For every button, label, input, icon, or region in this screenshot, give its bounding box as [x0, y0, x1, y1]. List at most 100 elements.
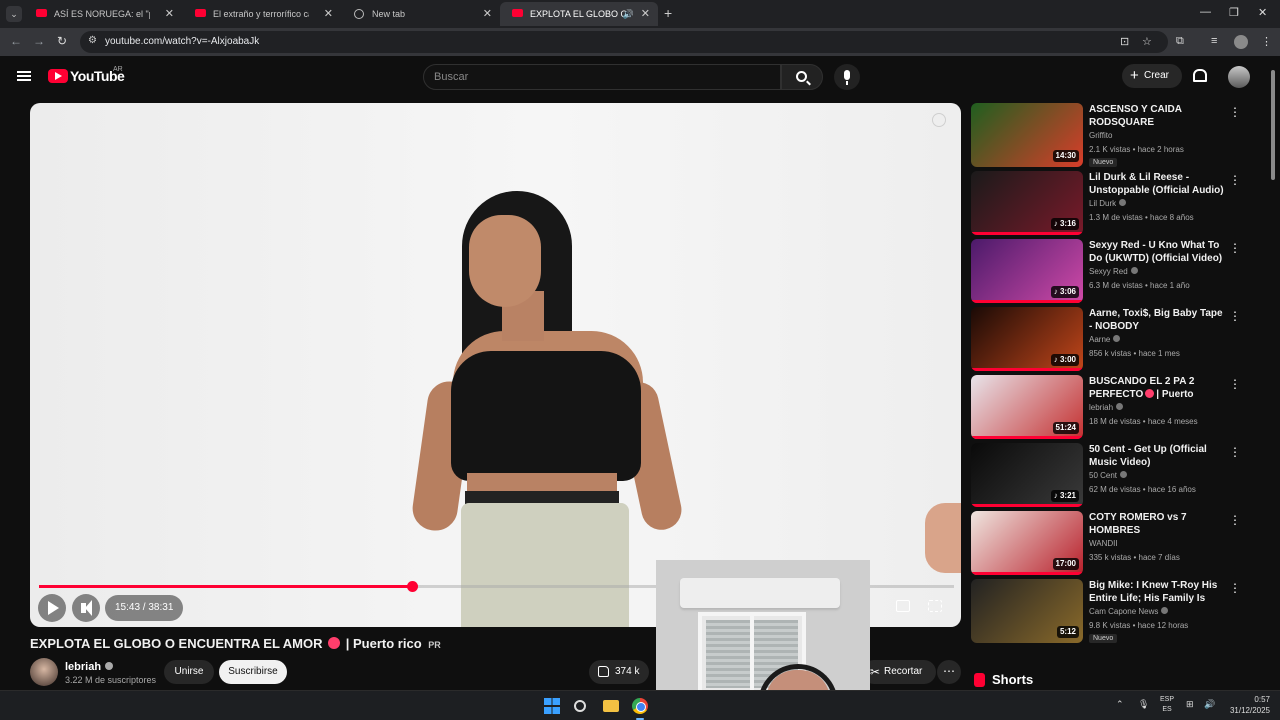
search-button[interactable] [781, 64, 823, 90]
recommendation-item[interactable]: 5:12 Big Mike: I Knew T-Roy His Entire Li… [971, 579, 1261, 643]
recommendation-channel[interactable]: Sexyy Red [1089, 267, 1138, 276]
recommendation-title[interactable]: BUSCANDO EL 2 PA 2 PERFECTO| Puerto rico… [1089, 375, 1225, 401]
voice-search-icon[interactable] [834, 64, 860, 90]
browser-tab[interactable]: ASÍ ES NORUEGA: el "país perfe ✕ [24, 2, 182, 26]
subscribe-button[interactable]: Suscribirse [219, 660, 287, 684]
clock[interactable]: 0:57 31/12/2025 [1224, 694, 1270, 716]
profile-avatar-icon[interactable] [1234, 35, 1248, 49]
browser-tab[interactable]: El extraño y terrorífico caso de ✕ [183, 2, 341, 26]
progress-scrubber-handle[interactable] [407, 581, 419, 592]
reload-icon[interactable]: ↻ [57, 34, 67, 48]
page-scrollbar[interactable] [1270, 62, 1276, 684]
channel-name[interactable]: lebriah [65, 661, 114, 673]
play-button[interactable] [38, 594, 66, 622]
recommendation-channel[interactable]: Aarne [1089, 335, 1121, 344]
search-input[interactable] [434, 69, 764, 85]
close-tab-icon[interactable]: ✕ [324, 2, 333, 26]
recommendation-title[interactable]: 50 Cent - Get Up (Official Music Video) [1089, 443, 1225, 469]
recommendation-title[interactable]: Sexyy Red - U Kno What To Do (UKWTD) (Of… [1089, 239, 1225, 265]
channel-avatar[interactable] [30, 658, 58, 686]
install-app-icon[interactable]: ⊡ [1120, 35, 1129, 48]
close-tab-icon[interactable]: ✕ [483, 2, 492, 26]
recommendation-channel[interactable]: Lil Durk [1089, 199, 1127, 208]
microphone-icon[interactable]: 🎙 [1138, 699, 1149, 710]
network-icon[interactable]: ⊞ [1186, 699, 1194, 710]
close-tab-icon[interactable]: ✕ [641, 2, 650, 26]
thumbs-up-icon [598, 666, 609, 677]
start-menu-icon[interactable] [544, 698, 560, 714]
more-options-icon[interactable]: ⋮ [1229, 513, 1241, 527]
recommendation-title[interactable]: ASCENSO Y CAIDA RODSQUARE [1089, 103, 1225, 129]
recommendation-title[interactable]: COTY ROMERO vs 7 HOMBRES [1089, 511, 1225, 537]
recommendation-title[interactable]: Aarne, Toxi$, Big Baby Tape - NOBODY [1089, 307, 1225, 333]
file-explorer-icon[interactable] [603, 700, 619, 712]
like-button[interactable]: 374 k [589, 660, 649, 684]
more-actions-button[interactable]: ⋯ [937, 660, 961, 684]
recommendation-item[interactable]: 51:24 BUSCANDO EL 2 PA 2 PERFECTO | Puerto… [971, 375, 1261, 439]
restore-icon[interactable]: ❐ [1229, 6, 1239, 19]
video-thumbnail[interactable]: 5:12 [971, 579, 1083, 643]
site-info-icon[interactable]: ⚙ [88, 35, 97, 46]
recommendation-item[interactable]: ♪ 3:21 50 Cent - Get Up (Official Music V… [971, 443, 1261, 507]
subtitles-icon[interactable] [896, 600, 910, 612]
more-options-icon[interactable]: ⋮ [1229, 309, 1241, 323]
info-card-icon[interactable] [932, 113, 946, 127]
close-tab-icon[interactable]: ✕ [165, 2, 174, 26]
video-thumbnail[interactable]: ♪ 3:16 [971, 171, 1083, 235]
scrollbar-thumb[interactable] [1271, 70, 1275, 180]
bookmark-star-icon[interactable]: ☆ [1142, 35, 1152, 48]
chrome-icon[interactable] [632, 698, 648, 714]
recommendation-title[interactable]: Lil Durk & Lil Reese - Unstoppable (Offi… [1089, 171, 1225, 197]
menu-icon[interactable] [17, 71, 31, 81]
more-options-icon[interactable]: ⋮ [1229, 377, 1241, 391]
recommendation-channel[interactable]: Cam Capone News [1089, 607, 1169, 616]
close-window-icon[interactable]: ✕ [1258, 6, 1267, 19]
recommendation-item[interactable]: 14:30 ASCENSO Y CAIDA RODSQUARE Griffito 2.… [971, 103, 1261, 167]
mute-button[interactable] [72, 594, 100, 622]
media-controls-icon[interactable]: ≡ [1211, 35, 1217, 47]
more-options-icon[interactable]: ⋮ [1229, 173, 1241, 187]
video-thumbnail[interactable]: ♪ 3:21 [971, 443, 1083, 507]
minimize-icon[interactable]: — [1200, 6, 1211, 18]
speaker-icon[interactable]: 🔊 [1204, 699, 1215, 710]
new-tab-button[interactable]: + [664, 5, 672, 21]
video-thumbnail[interactable]: 17:00 [971, 511, 1083, 575]
language-indicator[interactable]: ESP ES [1160, 695, 1174, 715]
account-avatar[interactable] [1228, 66, 1250, 88]
address-bar[interactable]: ⚙ youtube.com/watch?v=-AlxjoabaJk [80, 31, 1168, 53]
back-icon[interactable]: ← [10, 34, 22, 48]
recommendation-channel[interactable]: 50 Cent [1089, 471, 1128, 480]
tab-search-menu-button[interactable]: ⌄ [6, 6, 22, 22]
recommendation-channel[interactable]: Griffito [1089, 131, 1112, 140]
video-thumbnail[interactable]: ♪ 3:06 [971, 239, 1083, 303]
taskbar-search-icon[interactable] [574, 700, 586, 712]
recommendation-item[interactable]: 17:00 COTY ROMERO vs 7 HOMBRES WANDII 335 k… [971, 511, 1261, 575]
recommendation-title[interactable]: Big Mike: I Knew T-Roy His Entire Life; … [1089, 579, 1225, 605]
video-thumbnail[interactable]: 51:24 [971, 375, 1083, 439]
video-thumbnail[interactable]: 14:30 [971, 103, 1083, 167]
tab-audio-icon[interactable]: 🔊 [623, 2, 634, 26]
more-options-icon[interactable]: ⋮ [1229, 445, 1241, 459]
extensions-icon[interactable]: ⧉ [1176, 35, 1184, 48]
browser-tab-active[interactable]: EXPLOTA EL GLOBO O ENC 🔊 ✕ [500, 2, 658, 26]
more-options-icon[interactable]: ⋮ [1229, 241, 1241, 255]
show-hidden-icons-icon[interactable]: ⌃ [1116, 699, 1124, 710]
forward-icon[interactable]: → [33, 34, 45, 48]
more-options-icon[interactable]: ⋮ [1229, 105, 1241, 119]
recommendation-item[interactable]: ♪ 3:16 Lil Durk & Lil Reese - Unstoppable… [971, 171, 1261, 235]
browser-menu-icon[interactable]: ⋮ [1261, 35, 1272, 48]
browser-tab[interactable]: New tab ✕ [342, 2, 500, 26]
fullscreen-icon[interactable] [928, 600, 942, 612]
recommendation-channel[interactable]: lebriah [1089, 403, 1124, 412]
create-button[interactable]: + Crear [1122, 64, 1182, 88]
video-thumbnail[interactable]: ♪ 3:00 [971, 307, 1083, 371]
recommendation-item[interactable]: ♪ 3:06 Sexyy Red - U Kno What To Do (UKWT… [971, 239, 1261, 303]
recommendation-item[interactable]: ♪ 3:00 Aarne, Toxi$, Big Baby Tape - NOBO… [971, 307, 1261, 371]
more-options-icon[interactable]: ⋮ [1229, 581, 1241, 595]
youtube-logo-icon[interactable] [48, 69, 68, 83]
notifications-bell-icon[interactable] [1193, 69, 1207, 82]
clip-button[interactable]: ✂ Recortar [862, 660, 936, 684]
video-player[interactable]: 15:43 / 38:31 [30, 103, 961, 627]
join-button[interactable]: Unirse [164, 660, 214, 684]
recommendation-channel[interactable]: WANDII [1089, 539, 1118, 548]
